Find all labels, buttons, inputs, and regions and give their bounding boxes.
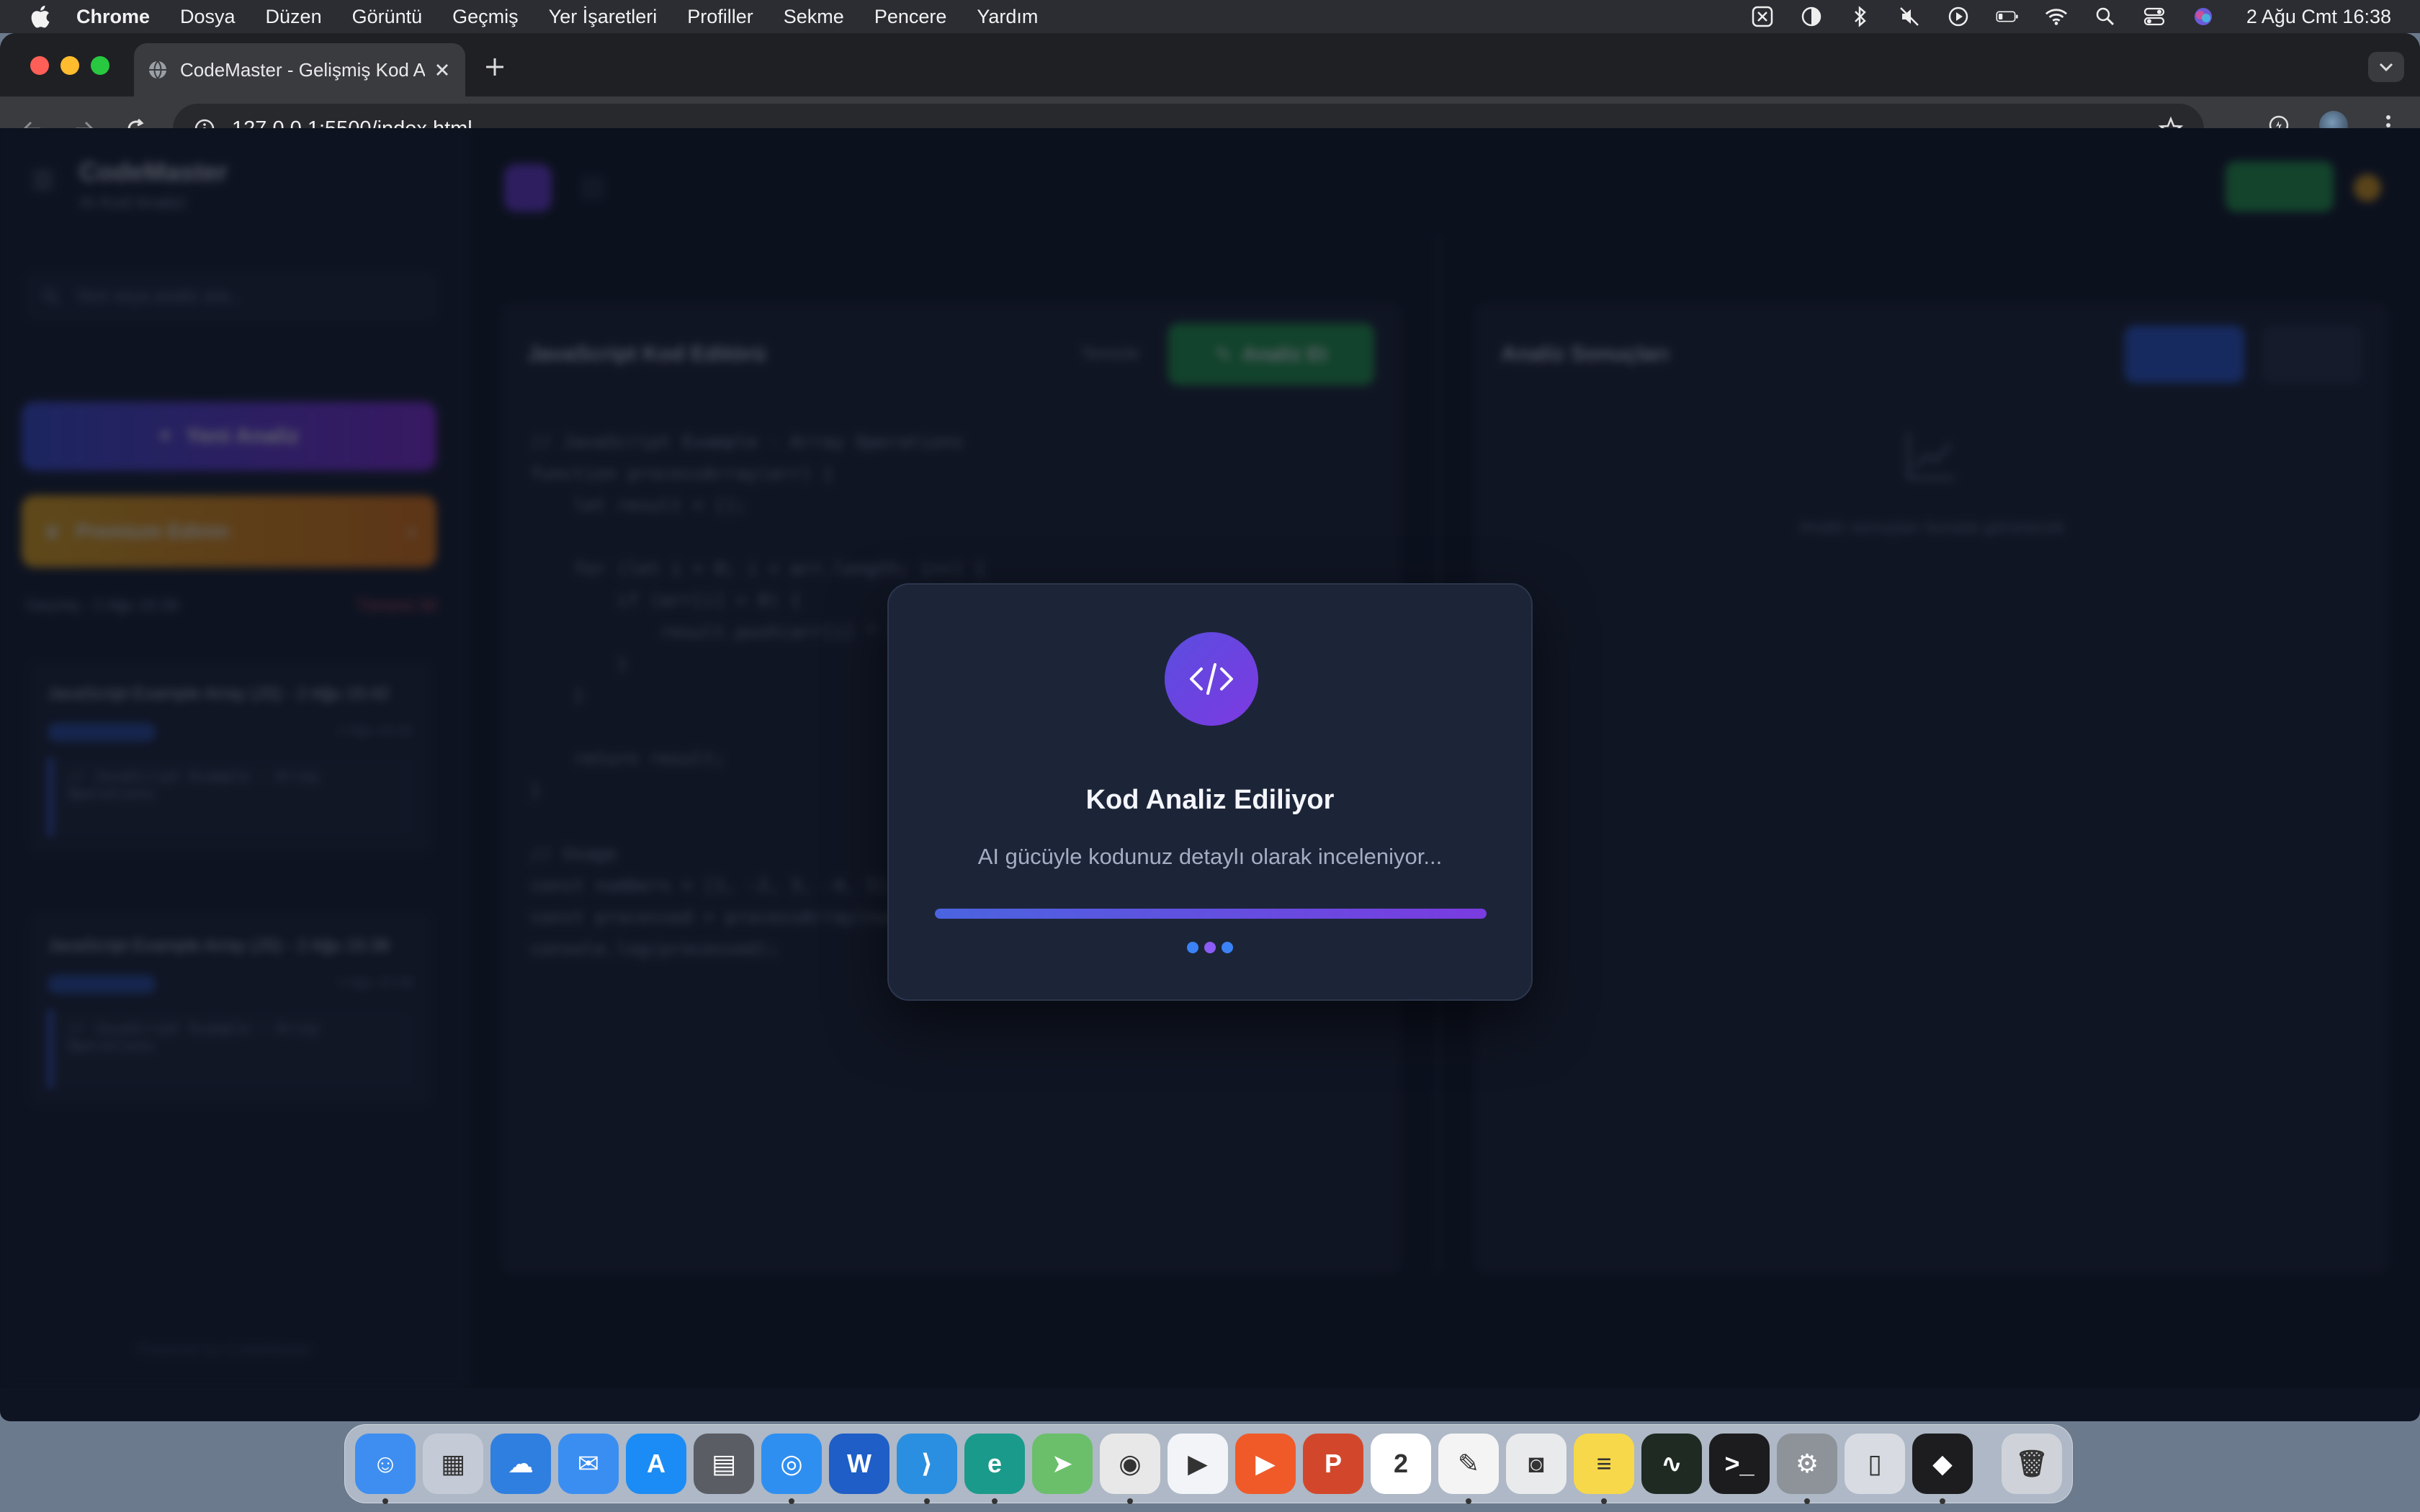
minimize-window-button[interactable] xyxy=(60,56,79,75)
contrast-icon[interactable] xyxy=(1800,5,1823,28)
window-controls xyxy=(30,56,109,75)
running-indicator xyxy=(1940,1498,1945,1504)
mail-icon[interactable]: ✉ xyxy=(558,1434,619,1494)
parallels-icon[interactable]: ◆ xyxy=(1912,1434,1973,1504)
running-indicator xyxy=(1601,1498,1607,1504)
app-store-icon[interactable]: A xyxy=(626,1434,686,1494)
progress-bar-fill xyxy=(935,909,1487,919)
word-icon[interactable]: W xyxy=(829,1434,889,1494)
control-center-icon[interactable] xyxy=(2143,5,2166,28)
menu-view[interactable]: Görüntü xyxy=(352,6,423,28)
chrome-icon[interactable]: ◉ xyxy=(1100,1434,1160,1504)
menu-edit[interactable]: Düzen xyxy=(266,6,322,28)
progress-bar xyxy=(935,909,1487,919)
weather-icon[interactable]: ☁ xyxy=(490,1434,551,1494)
battery-icon[interactable] xyxy=(1996,5,2019,28)
running-indicator xyxy=(1466,1498,1471,1504)
safari-icon[interactable]: ◎ xyxy=(761,1434,822,1504)
running-indicator xyxy=(789,1498,794,1504)
activity-monitor-icon[interactable]: ∿ xyxy=(1641,1434,1702,1494)
macos-dock: ☺ ▦ ☁ ✉ A ▤ ◎ W ⟩ e ➤ ◉ ▶ ▶ P 2 ✎ ◙ ≡ ∿ >_ ⚙ ▯ ◆ 🗑 xyxy=(344,1424,2073,1504)
edge-icon[interactable]: e xyxy=(964,1434,1025,1504)
trash-icon[interactable]: 🗑 xyxy=(2002,1434,2062,1494)
analyzing-modal: Kod Analiz Ediliyor AI gücüyle kodunuz d… xyxy=(887,583,1533,1001)
wifi-icon[interactable] xyxy=(2045,5,2068,28)
system-settings-icon[interactable]: ⚙ xyxy=(1777,1434,1837,1504)
tab-bar: CodeMaster - Gelişmiş Kod A xyxy=(0,33,2420,96)
running-indicator xyxy=(1127,1498,1133,1504)
now-playing-icon[interactable] xyxy=(1947,5,1970,28)
modal-subtitle: AI gücüyle kodunuz detaylı olarak incele… xyxy=(977,844,1443,869)
chevron-down-icon xyxy=(2379,63,2393,72)
running-indicator xyxy=(992,1498,998,1504)
powerpoint-icon[interactable]: P xyxy=(1303,1434,1363,1494)
loading-dots xyxy=(889,942,1531,953)
launchpad-icon[interactable]: ▦ xyxy=(423,1434,483,1494)
menu-bookmarks[interactable]: Yer İşaretleri xyxy=(549,6,658,28)
infuse-icon[interactable]: ▶ xyxy=(1235,1434,1296,1494)
menu-window[interactable]: Pencere xyxy=(874,6,947,28)
spotlight-search-icon[interactable] xyxy=(2094,5,2117,28)
zoom-window-button[interactable] xyxy=(91,56,109,75)
calendar-icon[interactable]: 2 xyxy=(1371,1434,1431,1494)
running-indicator xyxy=(382,1498,388,1504)
siri-icon[interactable] xyxy=(2192,5,2215,28)
running-indicator xyxy=(924,1498,930,1504)
play-icon[interactable]: ▶ xyxy=(1168,1434,1228,1494)
modal-title: Kod Analiz Ediliyor xyxy=(1085,785,1335,815)
tab-title: CodeMaster - Gelişmiş Kod A xyxy=(180,58,425,81)
globe-icon xyxy=(149,60,166,79)
menu-help[interactable]: Yardım xyxy=(977,6,1038,28)
menu-app-name[interactable]: Chrome xyxy=(76,6,150,28)
loading-dot xyxy=(1187,942,1198,953)
bluetooth-icon[interactable] xyxy=(1849,5,1872,28)
close-window-button[interactable] xyxy=(30,56,49,75)
close-tab-icon[interactable] xyxy=(432,60,452,80)
apple-logo-icon[interactable] xyxy=(29,4,50,29)
terminal-icon[interactable]: >_ xyxy=(1709,1434,1770,1494)
textedit-icon[interactable]: ✎ xyxy=(1438,1434,1499,1504)
screenshot-icon[interactable]: ◙ xyxy=(1506,1434,1567,1494)
new-tab-icon[interactable] xyxy=(483,55,507,79)
iphone-mirroring-icon[interactable]: ▯ xyxy=(1845,1434,1905,1494)
menu-history[interactable]: Geçmiş xyxy=(452,6,519,28)
extension-grid-icon[interactable] xyxy=(1751,5,1774,28)
notes-icon[interactable]: ≡ xyxy=(1574,1434,1634,1504)
running-indicator xyxy=(1804,1498,1810,1504)
menu-file[interactable]: Dosya xyxy=(180,6,236,28)
calculator-icon[interactable]: ▤ xyxy=(694,1434,754,1494)
menubar-status-area: 2 Ağu Cmt 16:38 xyxy=(1751,5,2391,28)
loading-dot xyxy=(1222,942,1233,953)
maps-icon[interactable]: ➤ xyxy=(1032,1434,1093,1494)
code-icon xyxy=(1165,632,1258,726)
mute-icon[interactable] xyxy=(1898,5,1921,28)
macos-menu-bar: Chrome Dosya Düzen Görüntü Geçmiş Yer İş… xyxy=(0,0,2420,33)
menu-tab[interactable]: Sekme xyxy=(784,6,844,28)
browser-tab-active[interactable]: CodeMaster - Gelişmiş Kod A xyxy=(134,43,465,96)
loading-dot xyxy=(1204,942,1216,953)
vscode-icon[interactable]: ⟩ xyxy=(897,1434,957,1504)
menu-profiles[interactable]: Profiller xyxy=(687,6,753,28)
finder-icon[interactable]: ☺ xyxy=(355,1434,416,1504)
menubar-clock[interactable]: 2 Ağu Cmt 16:38 xyxy=(2246,6,2391,28)
tab-search-button[interactable] xyxy=(2368,52,2404,82)
